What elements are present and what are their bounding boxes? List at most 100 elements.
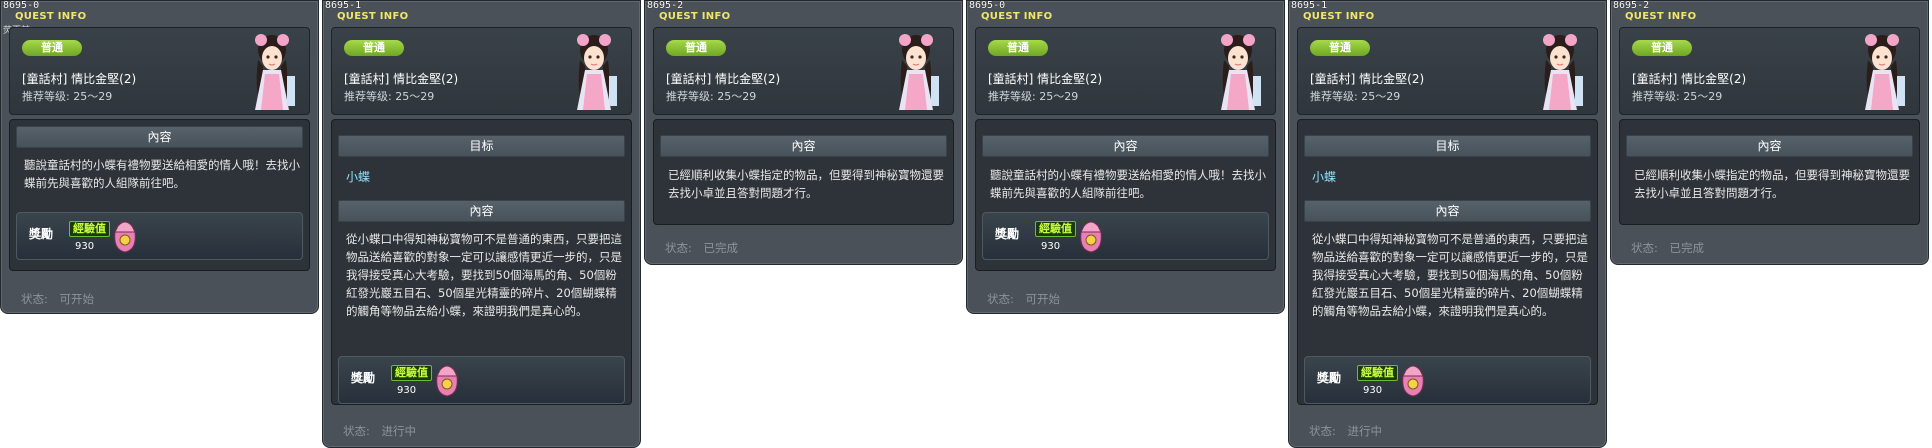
quest-info-window-2: 8695-2 QUEST INFO 普通 [童話村] 情比金堅(2) 推荐等级:… (644, 0, 963, 265)
quest-header: 普通 [童話村] 情比金堅(2) 推荐等级: 25～29 (1619, 27, 1920, 115)
npc-portrait-icon (1543, 34, 1583, 110)
section-header-target: 目标 (1304, 135, 1591, 157)
window-tag: 8695-0 (969, 0, 1006, 11)
quest-info-window-4: 8695-1 QUEST INFO 普通 [童話村] 情比金堅(2) 推荐等级:… (1288, 0, 1607, 448)
recommended-level: 推荐等级: 25～29 (22, 90, 113, 103)
window-title: QUEST INFO (1303, 11, 1375, 22)
quest-info-window-5: 8695-2 QUEST INFO 普通 [童話村] 情比金堅(2) 推荐等级:… (1610, 0, 1929, 265)
reward-label: 獎勵 (995, 227, 1020, 241)
exp-label: 經驗值 (1357, 365, 1398, 381)
reward-label: 獎勵 (1317, 371, 1342, 385)
quest-status: 状态: 进行中 (1309, 423, 1382, 439)
recommended-level: 推荐等级: 25～29 (344, 90, 435, 103)
recommended-level: 推荐等级: 25～29 (1632, 90, 1723, 103)
quest-header: 普通 [童話村] 情比金堅(2) 推荐等级: 25～29 (9, 27, 310, 115)
quest-type-badge: 普通 (1632, 40, 1692, 56)
window-tag: 8695-0 (3, 0, 40, 11)
exp-label: 經驗值 (391, 365, 432, 381)
reward-label: 獎勵 (29, 227, 54, 241)
exp-label: 經驗值 (1035, 221, 1076, 237)
reward-bag-icon (436, 365, 458, 397)
target-npc-link[interactable]: 小蝶 (1312, 168, 1336, 185)
window-tag: 8695-1 (325, 0, 362, 11)
reward-box: 獎勵 經驗值 930 (338, 356, 625, 404)
status-value: 已完成 (703, 241, 739, 255)
exp-value: 930 (397, 385, 417, 396)
recommended-level: 推荐等级: 25～29 (1310, 90, 1401, 103)
section-header-content: 內容 (16, 126, 303, 148)
section-content-text: 已經順利收集小蝶指定的物品，但要得到神秘寶物還要去找小卓並且答對問題才行。 (668, 168, 944, 200)
status-label: 状态: (665, 241, 692, 255)
window-title: QUEST INFO (15, 11, 87, 22)
quest-header: 普通 [童話村] 情比金堅(2) 推荐等级: 25～29 (331, 27, 632, 115)
section-header-content: 內容 (1626, 135, 1913, 157)
status-label: 状态: (1631, 241, 1658, 255)
status-value: 已完成 (1669, 241, 1705, 255)
section-content-text: 已經順利收集小蝶指定的物品，但要得到神秘寶物還要去找小卓並且答對問題才行。 (1634, 168, 1910, 200)
quest-body: 內容 聽說童話村的小蝶有禮物要送給相愛的情人哦！去找小蝶前先與喜歡的人組隊前往吧… (9, 119, 310, 271)
status-label: 状态: (21, 292, 48, 306)
window-title: QUEST INFO (659, 11, 731, 22)
recommended-level: 推荐等级: 25～29 (666, 90, 757, 103)
section-header-content: 內容 (1304, 200, 1591, 222)
quest-body: 目标 小蝶 內容 從小蝶口中得知神秘寶物可不是普通的東西，只要把這物品送給喜歡的… (331, 119, 632, 405)
quest-type-badge: 普通 (1310, 40, 1370, 56)
quest-type-badge: 普通 (344, 40, 404, 56)
quest-name: [童話村] 情比金堅(2) (344, 72, 459, 86)
quest-body: 內容 已經順利收集小蝶指定的物品，但要得到神秘寶物還要去找小卓並且答對問題才行。 (1619, 119, 1920, 225)
quest-body: 內容 聽說童話村的小蝶有禮物要送給相愛的情人哦！去找小蝶前先與喜歡的人組隊前往吧… (975, 119, 1276, 271)
exp-label: 經驗值 (69, 221, 110, 237)
reward-box: 獎勵 經驗值 930 (982, 212, 1269, 260)
status-label: 状态: (343, 424, 370, 438)
status-value: 可开始 (59, 292, 95, 306)
section-content-text: 聽說童話村的小蝶有禮物要送給相愛的情人哦！去找小蝶前先與喜歡的人組隊前往吧。 (24, 158, 300, 190)
quest-name: [童話村] 情比金堅(2) (1632, 72, 1747, 86)
exp-value: 930 (1041, 241, 1061, 252)
target-npc-link[interactable]: 小蝶 (346, 168, 370, 185)
npc-portrait-icon (577, 34, 617, 110)
npc-portrait-icon (1865, 34, 1905, 110)
quest-body: 內容 已經順利收集小蝶指定的物品，但要得到神秘寶物還要去找小卓並且答對問題才行。 (653, 119, 954, 225)
status-value: 进行中 (1347, 424, 1383, 438)
status-value: 进行中 (381, 424, 417, 438)
quest-name: [童話村] 情比金堅(2) (666, 72, 781, 86)
quest-status: 状态: 可开始 (987, 291, 1060, 307)
section-header-content: 內容 (338, 200, 625, 222)
reward-box: 獎勵 經驗值 930 (16, 212, 303, 260)
reward-label: 獎勵 (351, 371, 376, 385)
window-tag: 8695-2 (1613, 0, 1650, 11)
quest-header: 普通 [童話村] 情比金堅(2) 推荐等级: 25～29 (975, 27, 1276, 115)
quest-type-badge: 普通 (22, 40, 82, 56)
recommended-level: 推荐等级: 25～29 (988, 90, 1079, 103)
npc-portrait-icon (255, 34, 295, 110)
quest-body: 目标 小蝶 內容 從小蝶口中得知神秘寶物可不是普通的東西，只要把這物品送給喜歡的… (1297, 119, 1598, 405)
section-header-content: 內容 (660, 135, 947, 157)
quest-name: [童話村] 情比金堅(2) (1310, 72, 1425, 86)
status-label: 状态: (987, 292, 1014, 306)
reward-bag-icon (1080, 221, 1102, 253)
window-tag: 8695-2 (647, 0, 684, 11)
quest-type-badge: 普通 (666, 40, 726, 56)
quest-status: 状态: 已完成 (1631, 240, 1704, 256)
reward-bag-icon (114, 221, 136, 253)
exp-value: 930 (1363, 385, 1383, 396)
quest-info-window-0: 8695-0 QUEST INFO 荧戛前 普通 [童話村] 情比金堅(2) 推… (0, 0, 319, 314)
section-header-content: 內容 (982, 135, 1269, 157)
window-title: QUEST INFO (981, 11, 1053, 22)
quest-name: [童話村] 情比金堅(2) (22, 72, 137, 86)
section-content-text: 聽說童話村的小蝶有禮物要送給相愛的情人哦！去找小蝶前先與喜歡的人組隊前往吧。 (990, 168, 1266, 200)
quest-status: 状态: 可开始 (21, 291, 94, 307)
section-header-target: 目标 (338, 135, 625, 157)
exp-value: 930 (75, 241, 95, 252)
npc-portrait-icon (1221, 34, 1261, 110)
quest-header: 普通 [童話村] 情比金堅(2) 推荐等级: 25～29 (653, 27, 954, 115)
window-title: QUEST INFO (337, 11, 409, 22)
reward-box: 獎勵 經驗值 930 (1304, 356, 1591, 404)
reward-bag-icon (1402, 365, 1424, 397)
window-title: QUEST INFO (1625, 11, 1697, 22)
status-value: 可开始 (1025, 292, 1061, 306)
window-tag: 8695-1 (1291, 0, 1328, 11)
quest-info-window-1: 8695-1 QUEST INFO 普通 [童話村] 情比金堅(2) 推荐等级:… (322, 0, 641, 448)
section-content-text: 從小蝶口中得知神秘寶物可不是普通的東西，只要把這物品送給喜歡的對象一定可以讓感情… (346, 232, 622, 318)
quest-header: 普通 [童話村] 情比金堅(2) 推荐等级: 25～29 (1297, 27, 1598, 115)
